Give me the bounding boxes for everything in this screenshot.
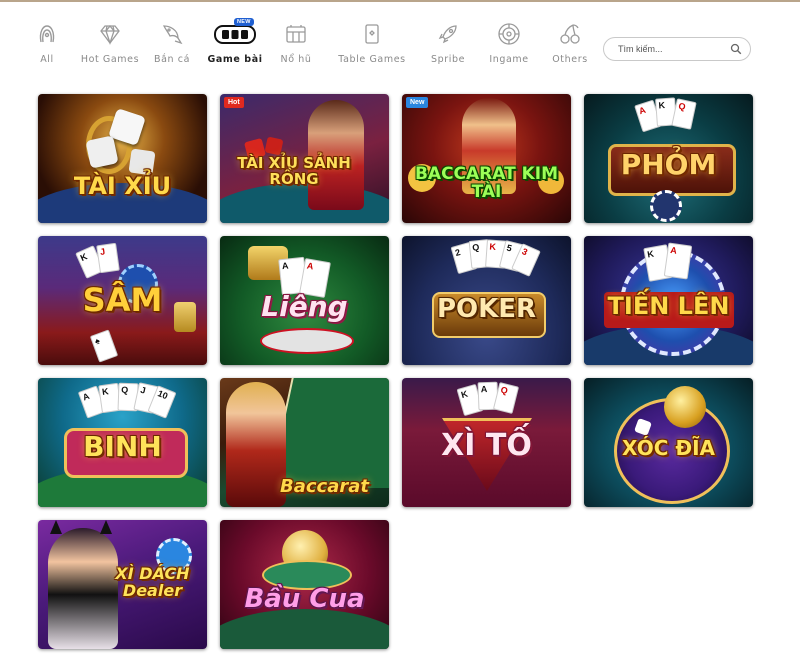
- game-card-baccarat-kim-tai[interactable]: New BACCARAT KIM TÀI: [402, 94, 571, 223]
- game-card-binh[interactable]: A K Q J 10 BINH: [38, 378, 207, 507]
- search-icon[interactable]: [730, 43, 742, 55]
- game-title: BACCARAT KIM TÀI: [414, 164, 559, 202]
- category-nav: All Hot Games Bắn cá NEW Game bài Nổ hũ …: [28, 18, 608, 72]
- table-icon: [359, 22, 385, 46]
- all-icon: [34, 22, 60, 46]
- nav-label: Spribe: [430, 54, 466, 65]
- search-input[interactable]: [616, 43, 730, 55]
- top-border: [0, 0, 800, 2]
- game-card-tai-xiu-sanh-rong[interactable]: Hot TÀI XỈU SẢNH RỒNG: [220, 94, 389, 223]
- nav-item-hot-games[interactable]: Hot Games: [80, 22, 140, 72]
- game-title: SÂM: [82, 281, 163, 319]
- nav-item-ingame[interactable]: Ingame: [487, 22, 531, 72]
- nav-label: Others: [552, 54, 588, 65]
- slot-icon: [283, 22, 309, 46]
- game-card-tai-xiu[interactable]: TÀI XỈU: [38, 94, 207, 223]
- nav-item-table-games[interactable]: Table Games: [335, 22, 409, 72]
- nav-label: Hot Games: [80, 54, 140, 65]
- fish-icon: [159, 22, 185, 46]
- nav-item-no-hu[interactable]: Nổ hũ: [278, 22, 314, 72]
- game-card-phom[interactable]: A K Q PHỎM: [584, 94, 753, 223]
- game-card-tien-len[interactable]: K A TIẾN LÊN: [584, 236, 753, 365]
- game-title: BINH: [83, 430, 162, 463]
- game-card-bau-cua[interactable]: Bầu Cua: [220, 520, 389, 649]
- new-badge: NEW: [234, 18, 254, 26]
- game-title: TÀI XỈU: [73, 172, 172, 200]
- game-title: Liêng: [261, 290, 348, 323]
- game-title: TÀI XỈU SẢNH RỒNG: [237, 154, 351, 188]
- game-title: PHỎM: [620, 148, 717, 181]
- nav-item-spribe[interactable]: Spribe: [428, 22, 468, 72]
- roulette-icon: [496, 22, 522, 46]
- game-title: XÌ TỐ: [441, 428, 532, 463]
- nav-label: Nổ hũ: [280, 54, 312, 65]
- nav-label: Table Games: [338, 54, 406, 65]
- game-title: TIẾN LÊN: [607, 292, 730, 320]
- nav-label: All: [40, 54, 54, 65]
- nav-label: Game bài: [207, 54, 263, 65]
- game-title: Bầu Cua: [244, 584, 365, 614]
- cherry-icon: [557, 22, 583, 46]
- game-card-xoc-dia[interactable]: XÓC ĐĨA: [584, 378, 753, 507]
- nav-label: Ingame: [489, 54, 529, 65]
- game-card-xi-dach-dealer[interactable]: XÌ DÁCH Dealer: [38, 520, 207, 649]
- search-box: [603, 37, 751, 61]
- nav-item-all[interactable]: All: [28, 22, 66, 72]
- game-card-baccarat[interactable]: Baccarat: [220, 378, 389, 507]
- game-title: Baccarat: [280, 476, 369, 497]
- nav-label: Bắn cá: [153, 54, 191, 65]
- game-card-lieng[interactable]: A A Liêng: [220, 236, 389, 365]
- game-title: POKER: [436, 294, 537, 324]
- game-card-sam[interactable]: K J ♠ SÂM: [38, 236, 207, 365]
- game-title: XÓC ĐĨA: [621, 436, 716, 460]
- diamond-icon: [97, 22, 123, 46]
- nav-item-game-bai[interactable]: NEW Game bài: [206, 18, 264, 72]
- nav-item-others[interactable]: Others: [550, 22, 590, 72]
- new-badge: New: [406, 97, 429, 108]
- rocket-icon: [435, 22, 461, 46]
- game-card-xi-to[interactable]: K A Q XÌ TỐ: [402, 378, 571, 507]
- game-title: XÌ DÁCH Dealer: [115, 564, 190, 600]
- nav-item-ban-ca[interactable]: Bắn cá: [150, 22, 194, 72]
- game-card-poker[interactable]: 2 Q K 5 3 POKER: [402, 236, 571, 365]
- hot-badge: Hot: [224, 97, 244, 108]
